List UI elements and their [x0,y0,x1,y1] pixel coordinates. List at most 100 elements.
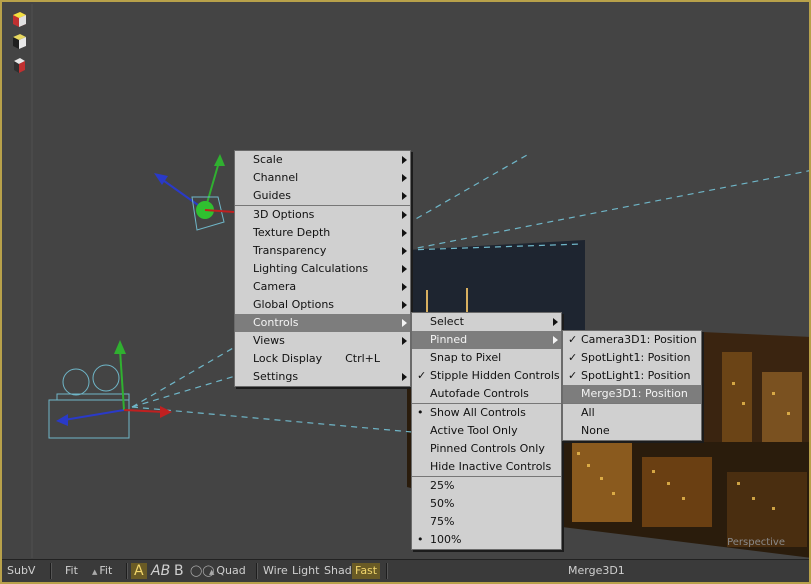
menu-item-pinned[interactable]: Pinned [412,331,561,349]
quad-button[interactable]: ▲ Quad [209,563,246,579]
menu-item-label: SpotLight1: Position [581,369,691,382]
menu-item-shortcut: Ctrl+L [345,352,380,365]
menu-item-stipple-hidden-controls[interactable]: ✓ Stipple Hidden Controls [412,367,561,385]
menu-item-label: Settings [253,370,299,383]
cube-small-icon[interactable] [10,56,28,74]
menu-item-label: Pinned Controls Only [430,442,545,455]
menu-item-settings[interactable]: Settings [235,368,410,386]
submenu-arrow-icon [553,336,558,344]
menu-item-camera[interactable]: Camera [235,278,410,296]
viewport-label: Perspective [727,537,785,548]
menu-item-spotlight1-position[interactable]: ✓ SpotLight1: Position [563,349,701,367]
menu-item-label: Camera [253,280,297,293]
toolbar-divider [126,563,128,579]
submenu-arrow-icon [402,192,407,200]
fit-button[interactable]: Fit [65,563,78,579]
menu-item-channel[interactable]: Channel [235,169,410,187]
menu-item-guides[interactable]: Guides [235,187,410,205]
cube-red-icon[interactable] [10,10,28,28]
menu-item-show-all-controls[interactable]: • Show All Controls [412,404,561,422]
spotlight-gizmo[interactable] [154,154,235,231]
menu-item-scale[interactable]: Scale [235,151,410,169]
viewport-context-menu: Scale Channel Guides 3D Options Texture Dept… [234,150,411,387]
menu-item-label: Controls [253,316,299,329]
menu-item-label: Stipple Hidden Controls [430,369,560,382]
shad-button[interactable]: Shad [324,563,352,579]
menu-item-label: Autofade Controls [430,387,529,400]
menu-item-label: Active Tool Only [430,424,518,437]
fast-button[interactable]: Fast [352,563,381,579]
menu-item-spotlight1-position[interactable]: ✓ SpotLight1: Position [563,367,701,385]
menu-item-lighting-calculations[interactable]: Lighting Calculations [235,260,410,278]
menu-item-label: 3D Options [253,208,315,221]
submenu-arrow-icon [402,265,407,273]
fit-dropdown-button[interactable]: ▲ Fit [92,563,112,579]
menu-item-transparency[interactable]: Transparency [235,242,410,260]
menu-item-camera3d1-position[interactable]: ✓ Camera3D1: Position [563,331,701,349]
node-name-label: Merge3D1 [568,564,625,577]
menu-item-lock-display[interactable]: Lock Display Ctrl+L [235,350,410,368]
menu-item-select[interactable]: Select [412,313,561,331]
menu-item-label: Lock Display [253,352,323,365]
wire-button[interactable]: Wire [263,563,288,579]
menu-item-none[interactable]: None [563,422,701,440]
menu-item-label: Camera3D1: Position [581,333,697,346]
menu-item-pinned-controls-only[interactable]: Pinned Controls Only [412,440,561,458]
menu-item-100[interactable]: • 100% [412,531,561,549]
fit-dropdown-label: Fit [99,564,113,577]
submenu-arrow-icon [402,337,407,345]
menu-item-3d-options[interactable]: 3D Options [235,206,410,224]
submenu-arrow-icon [553,318,558,326]
toolbar-divider [386,563,388,579]
view-ab-button[interactable]: AB [151,563,170,579]
menu-item-label: 75% [430,515,455,528]
menu-item-label: Snap to Pixel [430,351,502,364]
menu-item-label: Views [253,334,285,347]
toolbar-divider [256,563,258,579]
menu-item-label: Transparency [253,244,327,257]
check-icon: ✓ [568,333,578,346]
menu-item-all[interactable]: All [563,404,701,422]
check-icon: ✓ [417,369,427,382]
viewport-toolbar: SubV Fit ▲ Fit A AB B ◯◯ ▲ Quad Wire Light… [2,559,809,582]
menu-item-controls[interactable]: Controls [235,314,410,332]
menu-item-views[interactable]: Views [235,332,410,350]
menu-item-label: Lighting Calculations [253,262,369,275]
menu-item-texture-depth[interactable]: Texture Depth [235,224,410,242]
menu-item-label: None [581,424,610,437]
submenu-arrow-icon [402,319,407,327]
view-a-button[interactable]: A [131,563,147,579]
menu-item-label: Texture Depth [253,226,331,239]
menu-item-merge3d1-position[interactable]: Merge3D1: Position [563,385,701,403]
submenu-arrow-icon [402,156,407,164]
pinned-submenu: ✓ Camera3D1: Position ✓ SpotLight1: Positio… [562,330,702,441]
submenu-arrow-icon [402,211,407,219]
submenu-arrow-icon [402,174,407,182]
light-button[interactable]: Light [292,563,319,579]
menu-item-label: Merge3D1: Position [581,387,688,400]
menu-item-autofade-controls[interactable]: Autofade Controls [412,385,561,403]
triangle-up-icon: ▲ [92,568,98,576]
menu-item-label: Select [430,315,464,328]
menu-item-75[interactable]: 75% [412,513,561,531]
submenu-arrow-icon [402,301,407,309]
menu-item-hide-inactive-controls[interactable]: Hide Inactive Controls [412,458,561,476]
check-icon: ✓ [568,351,578,364]
triangle-up-icon: ▲ [209,568,215,576]
menu-item-label: Pinned [430,333,468,346]
menu-item-label: Hide Inactive Controls [430,460,552,473]
menu-item-label: 50% [430,497,455,510]
cube-white-icon[interactable] [10,32,28,50]
camera-gizmo[interactable] [48,340,172,439]
menu-item-25[interactable]: 25% [412,477,561,495]
toolbar-divider [50,563,52,579]
menu-item-snap-to-pixel[interactable]: Snap to Pixel [412,349,561,367]
menu-item-global-options[interactable]: Global Options [235,296,410,314]
view-b-button[interactable]: B [174,563,184,579]
bullet-icon: • [417,406,424,419]
menu-item-50[interactable]: 50% [412,495,561,513]
menu-item-label: 100% [430,533,462,546]
menu-item-active-tool-only[interactable]: Active Tool Only [412,422,561,440]
submenu-arrow-icon [402,283,407,291]
subv-button[interactable]: SubV [7,563,35,579]
